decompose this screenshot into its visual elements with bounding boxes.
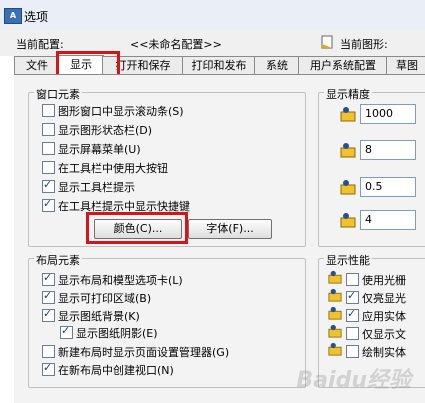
drawing-file-icon bbox=[320, 35, 334, 49]
rendered-smoothness-icon bbox=[340, 179, 356, 195]
apply-solid-fill-checkbox[interactable] bbox=[346, 307, 359, 322]
scrollbars-label: 图形窗口中显示滚动条(S) bbox=[58, 105, 184, 118]
true-silhouettes-label: 绘制实体 bbox=[362, 346, 406, 359]
create-viewport-checkbox[interactable] bbox=[42, 361, 55, 376]
large-buttons-checkbox[interactable] bbox=[42, 161, 55, 174]
page-setup-manager-checkbox[interactable] bbox=[42, 345, 55, 358]
text-boundary-label: 仅显示文 bbox=[362, 328, 406, 341]
highlight-raster-icon bbox=[328, 288, 344, 304]
colors-highlight-box bbox=[86, 212, 188, 244]
current-drawing-label: 当前图形: bbox=[340, 38, 388, 51]
window-elements-title: 窗口元素 bbox=[34, 86, 82, 102]
apply-solid-fill-label: 应用实体 bbox=[362, 310, 406, 323]
create-viewport-label: 在新布局中创建视口(N) bbox=[58, 364, 174, 377]
raster-pan-label: 使用光栅 bbox=[362, 274, 406, 287]
title-bar bbox=[0, 0, 425, 31]
status-bar-checkbox[interactable] bbox=[42, 123, 55, 136]
raster-pan-icon bbox=[328, 270, 344, 286]
status-bar-label: 显示图形状态栏(D) bbox=[58, 124, 153, 137]
tab-user-preferences[interactable]: 用户系统配置 bbox=[298, 56, 388, 74]
screen-menu-label: 显示屏幕菜单(U) bbox=[58, 143, 141, 156]
printable-area-label: 显示可打印区域(B) bbox=[58, 292, 152, 305]
printable-area-checkbox[interactable] bbox=[42, 289, 55, 304]
autocad-app-icon: A bbox=[4, 8, 22, 24]
tab-drafting[interactable]: 草图 bbox=[386, 56, 425, 74]
text-boundary-checkbox[interactable] bbox=[346, 327, 359, 340]
fonts-button[interactable]: 字体(F)... bbox=[188, 219, 272, 239]
layout-elements-title: 布局元素 bbox=[34, 252, 82, 268]
layout-model-tabs-label: 显示布局和模型选项卡(L) bbox=[58, 274, 183, 287]
scrollbars-checkbox[interactable] bbox=[42, 104, 55, 117]
apply-solid-fill-icon bbox=[328, 306, 344, 322]
text-boundary-icon bbox=[328, 324, 344, 340]
segments-input[interactable]: 8 bbox=[360, 140, 416, 160]
window-title: 选项 bbox=[24, 10, 49, 24]
paper-shadow-checkbox[interactable] bbox=[60, 324, 73, 339]
paper-shadow-label: 显示图纸阴影(E) bbox=[76, 327, 158, 340]
display-performance-title: 显示性能 bbox=[324, 252, 372, 268]
screen-menu-checkbox[interactable] bbox=[42, 142, 55, 155]
tab-system[interactable]: 系统 bbox=[254, 56, 300, 74]
arc-smoothness-icon bbox=[340, 106, 356, 122]
highlight-raster-checkbox[interactable] bbox=[346, 289, 359, 304]
tab-plot-publish[interactable]: 打印和发布 bbox=[182, 56, 256, 74]
tooltips-label: 显示工具栏提示 bbox=[58, 181, 135, 194]
baidu-watermark: Baidu经验 bbox=[296, 368, 411, 393]
arc-smoothness-input[interactable]: 1000 bbox=[360, 104, 416, 124]
tab-files[interactable]: 文件 bbox=[14, 56, 60, 74]
raster-pan-checkbox[interactable] bbox=[346, 273, 359, 286]
highlight-raster-label: 仅亮显光 bbox=[362, 292, 406, 305]
current-profile-label: 当前配置: bbox=[16, 38, 64, 51]
paper-background-checkbox[interactable] bbox=[42, 307, 55, 322]
true-silhouettes-checkbox[interactable] bbox=[346, 345, 359, 358]
paper-background-label: 显示图纸背景(K) bbox=[58, 310, 140, 323]
contour-lines-icon bbox=[340, 212, 356, 228]
shortcut-keys-checkbox[interactable] bbox=[42, 197, 55, 212]
tooltips-checkbox[interactable] bbox=[42, 178, 55, 193]
layout-model-tabs-checkbox[interactable] bbox=[42, 271, 55, 286]
display-resolution-title: 显示精度 bbox=[324, 86, 372, 102]
page-setup-manager-label: 新建布局时显示页面设置管理器(G) bbox=[58, 346, 230, 359]
segments-icon bbox=[340, 142, 356, 158]
rendered-smoothness-input[interactable]: 0.5 bbox=[360, 177, 416, 197]
current-profile-value: <<未命名配置>> bbox=[130, 38, 222, 51]
large-buttons-label: 在工具栏中使用大按钮 bbox=[58, 162, 168, 175]
true-silhouettes-icon bbox=[328, 342, 344, 358]
contour-lines-input[interactable]: 4 bbox=[360, 210, 416, 230]
